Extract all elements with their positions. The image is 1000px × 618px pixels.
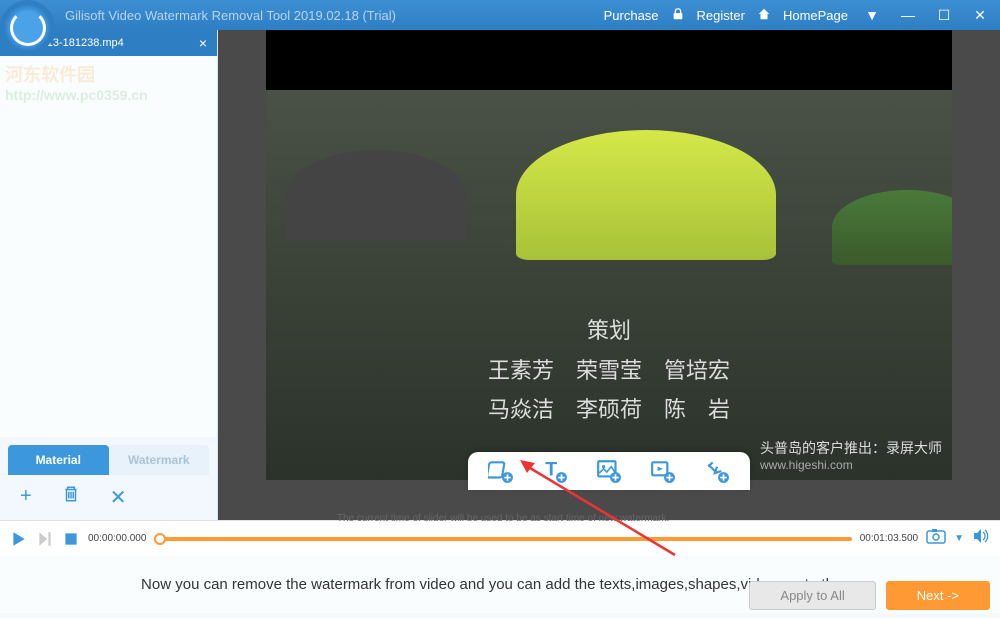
titlebar: Gilisoft Video Watermark Removal Tool 20… bbox=[0, 0, 1000, 30]
action-row: + ✕ bbox=[0, 475, 217, 520]
main-area: 20190213-181238.mp4 × 河东软件园 http://www.p… bbox=[0, 30, 1000, 520]
video-area: 策划 王素芳 荣雪莹 管培宏 马焱洁 李硕荷 陈 岩 头普岛的客户推出：录屏大师… bbox=[218, 30, 1000, 520]
app-logo bbox=[0, 0, 55, 55]
slider-thumb[interactable] bbox=[154, 533, 166, 545]
add-effect-button[interactable] bbox=[704, 458, 730, 484]
add-text-button[interactable]: T bbox=[542, 458, 568, 484]
video-content: 策划 王素芳 荣雪莹 管培宏 马焱洁 李硕荷 陈 岩 头普岛的客户推出：录屏大师… bbox=[266, 90, 952, 480]
stop-button[interactable] bbox=[62, 530, 80, 548]
tab-material[interactable]: Material bbox=[8, 445, 109, 475]
bottom-buttons: Apply to All Next -> bbox=[749, 581, 990, 610]
add-shape-button[interactable] bbox=[488, 458, 514, 484]
step-button[interactable] bbox=[36, 530, 54, 548]
time-slider[interactable]: The current time of slider will be used … bbox=[154, 529, 851, 549]
video-credits: 策划 王素芳 荣雪莹 管培宏 马焱洁 李硕荷 陈 岩 bbox=[488, 311, 730, 430]
add-icon[interactable]: + bbox=[20, 485, 32, 510]
register-link[interactable]: Register bbox=[697, 8, 745, 23]
menu-button[interactable]: ▼ bbox=[860, 5, 884, 25]
volume-button[interactable] bbox=[972, 528, 990, 549]
time-total: 00:01:03.500 bbox=[860, 533, 918, 544]
snapshot-button[interactable] bbox=[926, 528, 946, 549]
video-watermark: 头普岛的客户推出：录屏大师 www.higeshi.com bbox=[760, 438, 942, 472]
home-icon bbox=[757, 7, 771, 24]
umbrella-green bbox=[832, 190, 952, 265]
umbrella-yellow bbox=[516, 130, 776, 260]
tabs: Material Watermark bbox=[8, 445, 209, 475]
file-close-icon[interactable]: × bbox=[199, 35, 207, 51]
player-controls: 00:00:00.000 The current time of slider … bbox=[0, 520, 1000, 556]
add-image-button[interactable] bbox=[596, 458, 622, 484]
maximize-button[interactable]: ☐ bbox=[932, 5, 956, 25]
titlebar-right: Purchase Register HomePage ▼ — ☐ ✕ bbox=[604, 5, 1000, 25]
slider-track bbox=[154, 537, 851, 541]
bg-watermark: 河东软件园 http://www.pc0359.cn bbox=[0, 56, 153, 108]
minimize-button[interactable]: — bbox=[896, 5, 920, 25]
clear-icon[interactable]: ✕ bbox=[110, 485, 127, 510]
next-button[interactable]: Next -> bbox=[886, 581, 990, 610]
tab-watermark[interactable]: Watermark bbox=[109, 445, 210, 475]
umbrella-dark bbox=[286, 150, 466, 240]
time-current: 00:00:00.000 bbox=[88, 533, 146, 544]
close-button[interactable]: ✕ bbox=[968, 5, 992, 25]
purchase-link[interactable]: Purchase bbox=[604, 8, 659, 23]
watermark-toolbar: T bbox=[468, 452, 750, 490]
file-list: 河东软件园 http://www.pc0359.cn bbox=[0, 56, 217, 437]
lock-icon bbox=[671, 7, 685, 24]
play-button[interactable] bbox=[10, 530, 28, 548]
delete-icon[interactable] bbox=[62, 485, 80, 510]
apply-all-button[interactable]: Apply to All bbox=[749, 581, 875, 610]
sidebar: 20190213-181238.mp4 × 河东软件园 http://www.p… bbox=[0, 30, 218, 520]
snapshot-dropdown-icon[interactable]: ▼ bbox=[954, 533, 964, 544]
slider-hint: The current time of slider will be used … bbox=[337, 513, 669, 524]
svg-text:T: T bbox=[545, 458, 557, 480]
app-title: Gilisoft Video Watermark Removal Tool 20… bbox=[65, 8, 396, 23]
add-video-button[interactable] bbox=[650, 458, 676, 484]
video-frame: 策划 王素芳 荣雪莹 管培宏 马焱洁 李硕荷 陈 岩 头普岛的客户推出：录屏大师… bbox=[266, 30, 952, 480]
homepage-link[interactable]: HomePage bbox=[783, 8, 848, 23]
